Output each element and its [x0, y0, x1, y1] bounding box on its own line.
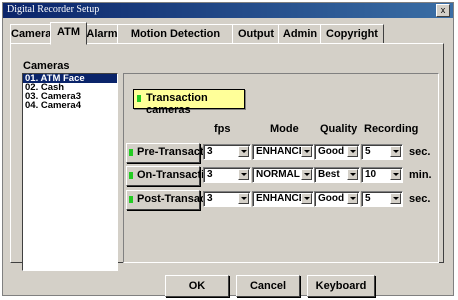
quality-value: Good — [318, 193, 345, 204]
quality-header: Quality — [320, 123, 358, 135]
fps-value: 3 — [207, 169, 213, 180]
camera-list[interactable]: 01. ATM Face 02. Cash 03. Camera3 04. Ca… — [22, 73, 118, 271]
fps-select[interactable]: 3 — [203, 191, 251, 207]
list-item[interactable]: 04. Camera4 — [23, 101, 117, 111]
quality-select[interactable]: Good — [314, 191, 360, 207]
post-transact-button[interactable]: Post-Transact. — [126, 190, 213, 210]
chevron-down-icon[interactable] — [390, 169, 401, 180]
fps-value: 3 — [207, 193, 213, 204]
quality-value: Good — [318, 146, 345, 157]
indicator-led-icon — [137, 95, 141, 102]
recording-value: 5 — [365, 146, 371, 157]
mode-select[interactable]: NORMAL — [252, 167, 314, 183]
chevron-down-icon[interactable] — [238, 146, 249, 157]
tab-atm[interactable]: ATM — [50, 22, 87, 45]
title-bar: Digital Recorder Setup x — [3, 3, 453, 18]
recording-value: 10 — [365, 169, 377, 180]
mode-select[interactable]: ENHANCE — [252, 144, 314, 160]
fps-select[interactable]: 3 — [203, 144, 251, 160]
transaction-cameras-button[interactable]: Transaction cameras — [133, 89, 245, 116]
chevron-down-icon[interactable] — [301, 169, 312, 180]
quality-value: Best — [318, 169, 340, 180]
cameras-label: Cameras — [23, 60, 70, 72]
tab-admin[interactable]: Admin — [278, 24, 322, 44]
chevron-down-icon[interactable] — [238, 169, 249, 180]
chevron-down-icon[interactable] — [347, 193, 358, 204]
window-title: Digital Recorder Setup — [7, 4, 100, 15]
fps-header: fps — [214, 123, 231, 135]
keyboard-button[interactable]: Keyboard — [307, 275, 375, 297]
mode-select[interactable]: ENHANCE — [252, 191, 314, 207]
recording-select[interactable]: 5 — [361, 144, 403, 160]
indicator-led-icon — [129, 149, 133, 156]
recording-select[interactable]: 10 — [361, 167, 403, 183]
indicator-led-icon — [129, 196, 133, 203]
fps-value: 3 — [207, 146, 213, 157]
tab-camera[interactable]: Camera — [10, 24, 52, 44]
recording-unit: min. — [409, 169, 432, 181]
chevron-down-icon[interactable] — [390, 146, 401, 157]
mode-header: Mode — [270, 123, 299, 135]
mode-value: ENHANCE — [256, 193, 306, 204]
quality-select[interactable]: Best — [314, 167, 360, 183]
mode-value: NORMAL — [256, 169, 300, 180]
chevron-down-icon[interactable] — [347, 169, 358, 180]
indicator-led-icon — [129, 172, 133, 179]
fps-select[interactable]: 3 — [203, 167, 251, 183]
tab-output[interactable]: Output — [232, 24, 280, 44]
recording-header: Recording — [364, 123, 419, 135]
tab-motion-detection[interactable]: Motion Detection — [117, 24, 234, 44]
close-button[interactable]: x — [436, 4, 450, 17]
chevron-down-icon[interactable] — [390, 193, 401, 204]
chevron-down-icon[interactable] — [301, 193, 312, 204]
recording-select[interactable]: 5 — [361, 191, 403, 207]
on-transaction-button[interactable]: On-Transaction — [126, 166, 218, 186]
pre-transact-button[interactable]: Pre-Transact. — [126, 143, 207, 163]
row-label: Post-Transact. — [137, 193, 213, 205]
cancel-button[interactable]: Cancel — [236, 275, 300, 297]
mode-value: ENHANCE — [256, 146, 306, 157]
row-label: Pre-Transact. — [137, 146, 207, 158]
recording-unit: sec. — [409, 193, 431, 205]
recording-value: 5 — [365, 193, 371, 204]
chevron-down-icon[interactable] — [347, 146, 358, 157]
chevron-down-icon[interactable] — [301, 146, 312, 157]
ok-button[interactable]: OK — [165, 275, 229, 297]
transaction-cameras-label: Transaction cameras — [146, 92, 208, 116]
tab-copyright[interactable]: Copyright — [320, 24, 384, 44]
chevron-down-icon[interactable] — [238, 193, 249, 204]
quality-select[interactable]: Good — [314, 144, 360, 160]
recording-unit: sec. — [409, 146, 431, 158]
tab-alarm[interactable]: Alarm — [85, 24, 119, 44]
